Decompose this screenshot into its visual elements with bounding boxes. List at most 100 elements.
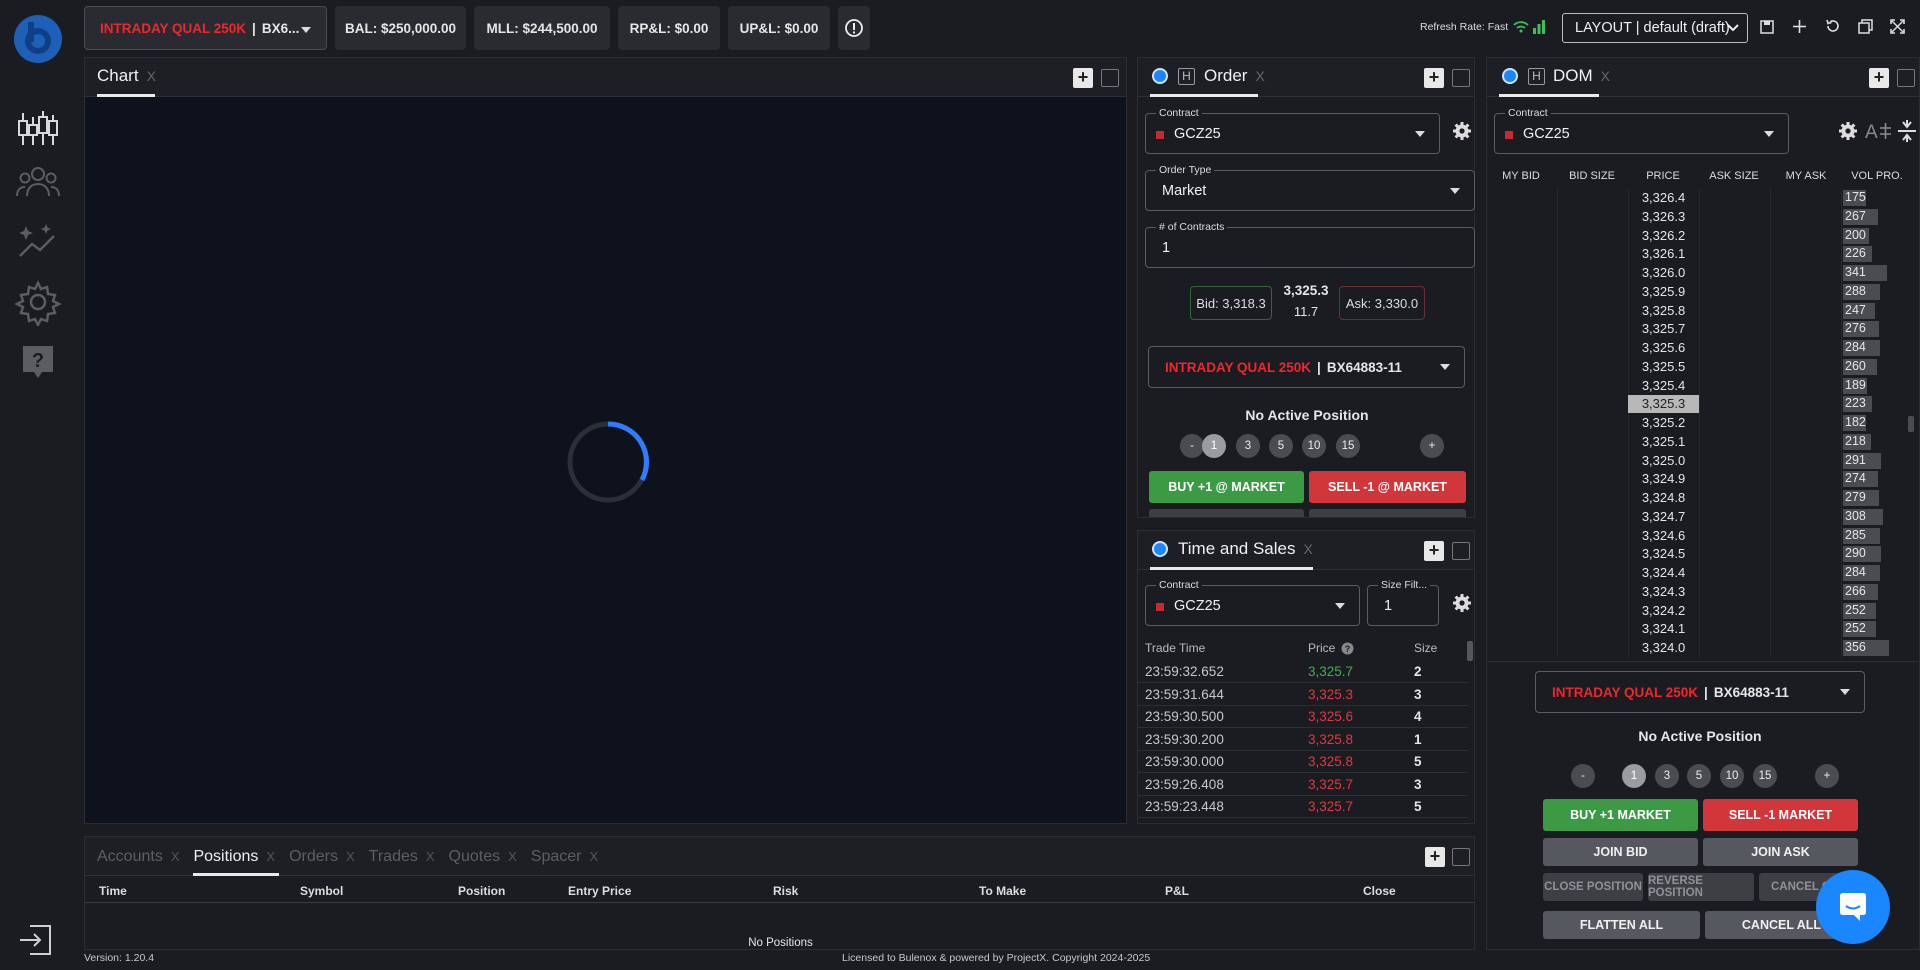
close-icon[interactable]: X (508, 849, 517, 864)
dom-price[interactable]: 3,325.7 (1628, 320, 1699, 338)
dom-ladder-row[interactable]: 3,325.7 276 (1487, 320, 1913, 340)
analytics-sparkle-icon[interactable] (14, 218, 62, 266)
size-filter-input[interactable]: Size Filt... 1 (1367, 579, 1439, 626)
ts-scrollbar[interactable] (1467, 641, 1473, 661)
dom-price[interactable]: 3,324.5 (1628, 545, 1699, 563)
save-layout-button[interactable] (1760, 20, 1774, 37)
dom-ladder-row[interactable]: 3,326.4 175 (1487, 189, 1913, 208)
logout-icon[interactable] (16, 920, 56, 960)
dom-price[interactable]: 3,324.6 (1628, 527, 1699, 545)
order-extra-button[interactable] (1149, 509, 1304, 517)
dom-price[interactable]: 3,324.9 (1628, 470, 1699, 488)
dom-ladder-row[interactable]: 3,324.6 285 (1487, 526, 1913, 546)
close-icon[interactable]: X (346, 849, 355, 864)
dom-price[interactable]: 3,324.4 (1628, 564, 1699, 582)
dom-price[interactable]: 3,326.2 (1628, 227, 1699, 245)
dom-price[interactable]: 3,325.8 (1628, 302, 1699, 320)
add-widget-button[interactable]: + (1425, 847, 1445, 867)
link-color-icon[interactable] (1502, 68, 1518, 84)
dom-ladder-row[interactable]: 3,325.5 260 (1487, 357, 1913, 377)
ts-contract-select[interactable]: Contract GCZ25 (1145, 579, 1360, 626)
order-settings-button[interactable] (1452, 121, 1472, 144)
popout-button[interactable] (1858, 19, 1873, 37)
qty-chip[interactable]: 5 (1269, 434, 1293, 458)
ts-settings-button[interactable] (1452, 593, 1472, 616)
tab-time-and-sales[interactable]: Time and Sales X (1178, 539, 1313, 559)
dom-price[interactable]: 3,325.1 (1628, 433, 1699, 451)
close-icon[interactable]: X (590, 849, 599, 864)
font-size-button[interactable]: A (1865, 120, 1891, 145)
dom-price[interactable]: 3,324.8 (1628, 489, 1699, 507)
close-position-button[interactable]: CLOSE POSITION (1543, 873, 1643, 901)
dom-ladder-row[interactable]: 3,325.9 288 (1487, 282, 1913, 302)
qty-chip[interactable]: 5 (1687, 764, 1711, 788)
add-layout-button[interactable] (1792, 19, 1807, 37)
help-question-icon[interactable]: ? (14, 338, 62, 386)
ask-price-button[interactable]: Ask: 3,330.0 (1339, 286, 1425, 320)
close-icon[interactable]: X (426, 849, 435, 864)
tab-positions[interactable]: Positions X (193, 837, 280, 876)
dom-scrollbar[interactable] (1908, 416, 1914, 432)
dom-ladder-row[interactable]: 3,324.8 279 (1487, 489, 1913, 508)
link-color-icon[interactable] (1152, 541, 1168, 557)
dom-price[interactable]: 3,325.5 (1628, 358, 1699, 376)
tab-trades[interactable]: Trades X (369, 837, 435, 876)
chat-support-button[interactable] (1816, 870, 1890, 944)
dom-price[interactable]: 3,325.6 (1628, 339, 1699, 357)
dom-price[interactable]: 3,324.1 (1628, 620, 1699, 638)
tab-accounts[interactable]: Accounts X (97, 837, 179, 876)
tab-dom[interactable]: DOM X (1553, 66, 1610, 86)
dom-price[interactable]: 3,324.3 (1628, 583, 1699, 601)
app-logo-icon[interactable] (13, 14, 63, 64)
close-icon[interactable]: X (171, 849, 180, 864)
qty-chip[interactable]: 3 (1655, 764, 1679, 788)
dom-ladder-row[interactable]: 3,325.3 223 (1487, 395, 1913, 415)
order-type-select[interactable]: Order Type Market (1145, 164, 1475, 211)
qty-increment-button[interactable]: + (1815, 764, 1839, 788)
history-icon[interactable]: H (1178, 68, 1195, 85)
dom-ladder-row[interactable]: 3,324.0 356 (1487, 639, 1913, 658)
flatten-all-button[interactable]: FLATTEN ALL (1543, 911, 1700, 939)
center-dom-button[interactable] (1898, 120, 1916, 145)
qty-chip[interactable]: 3 (1236, 434, 1260, 458)
qty-decrement-button[interactable]: - (1571, 764, 1595, 788)
buy-market-button[interactable]: BUY +1 MARKET (1543, 799, 1698, 831)
dom-price[interactable]: 3,326.4 (1628, 189, 1699, 207)
sell-market-button[interactable]: SELL -1 @ MARKET (1309, 471, 1466, 503)
sell-market-button[interactable]: SELL -1 MARKET (1703, 799, 1858, 831)
join-bid-button[interactable]: JOIN BID (1543, 838, 1698, 866)
layout-select[interactable]: LAYOUT | default (draft) (1562, 13, 1748, 43)
tab-orders[interactable]: Orders X (289, 837, 355, 876)
tab-chart[interactable]: Chart X (97, 66, 156, 86)
dom-ladder-row[interactable]: 3,324.3 266 (1487, 582, 1913, 602)
dom-price[interactable]: 3,326.3 (1628, 208, 1699, 226)
dom-price[interactable]: 3,325.3 (1628, 395, 1699, 414)
trading-chart-icon[interactable] (14, 105, 62, 153)
qty-chip[interactable]: 10 (1720, 764, 1744, 788)
dom-price[interactable]: 3,326.1 (1628, 245, 1699, 263)
add-widget-button[interactable]: + (1869, 68, 1889, 88)
dom-ladder-row[interactable]: 3,325.6 284 (1487, 339, 1913, 358)
help-icon[interactable]: ? (1341, 642, 1354, 655)
close-icon[interactable]: X (266, 849, 275, 864)
qty-decrement-button[interactable]: - (1180, 434, 1204, 458)
users-icon[interactable] (14, 160, 62, 208)
maximize-panel-button[interactable] (1452, 848, 1470, 866)
dom-settings-button[interactable] (1838, 121, 1858, 144)
history-icon[interactable]: H (1528, 68, 1545, 85)
dom-account-select[interactable]: INTRADAY QUAL 250K | BX64883-11 (1535, 671, 1865, 713)
qty-chip[interactable]: 10 (1302, 434, 1326, 458)
link-color-icon[interactable] (1152, 68, 1168, 84)
dom-ladder-row[interactable]: 3,325.8 247 (1487, 301, 1913, 321)
contracts-input[interactable]: # of Contracts 1 (1145, 221, 1475, 268)
dom-ladder-row[interactable]: 3,324.2 252 (1487, 601, 1913, 621)
dom-price[interactable]: 3,324.0 (1628, 639, 1699, 657)
qty-chip[interactable]: 1 (1202, 434, 1226, 458)
dom-price[interactable]: 3,326.0 (1628, 264, 1699, 282)
qty-increment-button[interactable]: + (1420, 434, 1444, 458)
dom-price[interactable]: 3,324.2 (1628, 602, 1699, 620)
qty-chip[interactable]: 15 (1753, 764, 1777, 788)
maximize-panel-button[interactable] (1101, 69, 1119, 87)
qty-chip[interactable]: 1 (1622, 764, 1646, 788)
maximize-panel-button[interactable] (1452, 69, 1470, 87)
